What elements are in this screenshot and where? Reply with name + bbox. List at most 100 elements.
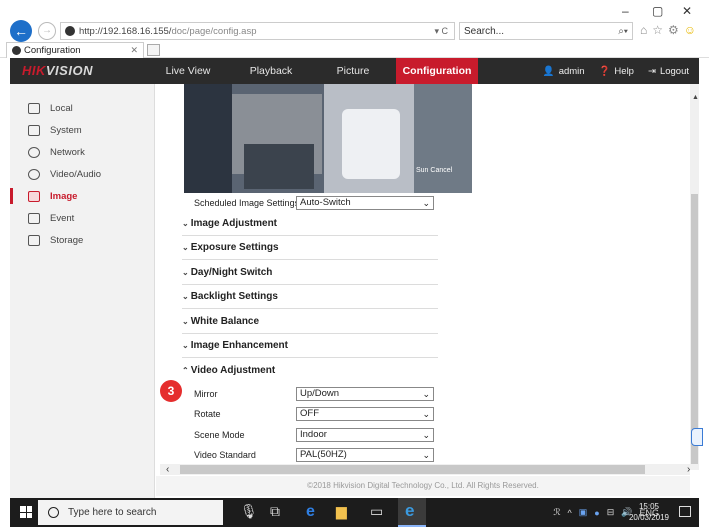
user-menu[interactable]: 👤 admin (543, 66, 585, 77)
tab-close-icon[interactable]: ✕ (130, 45, 138, 56)
internet-explorer-icon[interactable]: e (405, 501, 414, 520)
feedback-smiley-icon[interactable]: ☺ (684, 23, 696, 37)
minimize-icon[interactable]: – (622, 4, 629, 18)
cortana-icon (48, 507, 59, 518)
mirror-select[interactable]: Up/Down ⌄ (296, 387, 434, 401)
sidebar-item-network[interactable]: Network (10, 142, 155, 162)
tray-app-icon[interactable]: ▣ (579, 507, 588, 518)
mirror-label: Mirror (194, 389, 218, 399)
section-label: White Balance (190, 316, 260, 327)
video-standard-value: PAL(50HZ) (300, 449, 347, 460)
chevron-down-icon: ⌄ (182, 317, 189, 326)
chevron-down-icon: ⌄ (182, 219, 189, 228)
scene-mode-label: Scene Mode (194, 430, 245, 440)
logout-link[interactable]: ⇥ Logout (648, 66, 689, 77)
scroll-up-arrow-icon[interactable]: ▲ (692, 94, 699, 101)
edge-browser-icon[interactable]: e (306, 503, 315, 521)
vertical-scroll-thumb[interactable] (691, 194, 698, 464)
scheduled-image-settings-select[interactable]: Auto-Switch ⌄ (296, 196, 434, 210)
windows-taskbar: Type here to search 🎙 ⧉ e ▆ ▭ e ℛ ^ ▣ ● … (10, 498, 699, 527)
video-audio-icon (28, 168, 40, 180)
rotate-label: Rotate (194, 409, 221, 419)
image-settings-panel: Sun Cancel Scheduled Image Settings Auto… (156, 84, 690, 464)
chevron-down-icon: ⌄ (422, 409, 430, 419)
task-view-icon[interactable]: ⧉ (270, 503, 280, 521)
user-name: admin (558, 65, 585, 77)
terminal-icon[interactable]: ▭ (370, 503, 383, 521)
chevron-down-icon: ⌄ (182, 341, 189, 350)
section-backlight-settings[interactable]: ⌄ Backlight Settings (182, 285, 438, 309)
logout-icon: ⇥ (647, 65, 656, 77)
section-label: Image Enhancement (190, 340, 288, 351)
back-arrow-icon[interactable]: ← (10, 20, 32, 42)
horizontal-scroll-thumb[interactable] (180, 465, 645, 474)
windows-start-icon[interactable] (20, 506, 32, 518)
microphone-icon[interactable]: 🎙 (240, 503, 258, 521)
section-label: Day/Night Switch (190, 267, 273, 278)
action-center-icon[interactable] (679, 506, 691, 517)
section-exposure-settings[interactable]: ⌄ Exposure Settings (182, 236, 438, 260)
sidebar-item-video-audio[interactable]: Video/Audio (10, 164, 155, 184)
logo-rest: VISION (45, 63, 93, 78)
tab-configuration[interactable]: Configuration ✕ (6, 42, 144, 58)
rotate-select[interactable]: OFF ⌄ (296, 407, 434, 421)
storage-icon (28, 234, 40, 246)
help-link[interactable]: ❓ Help (599, 66, 634, 77)
scroll-left-arrow-icon[interactable]: ‹ (166, 464, 169, 475)
file-explorer-icon[interactable]: ▆ (336, 503, 347, 521)
home-icon[interactable]: ⌂ (640, 23, 647, 37)
section-image-enhancement[interactable]: ⌄ Image Enhancement (182, 334, 438, 358)
tray-app2-icon[interactable]: ● (594, 508, 599, 518)
nav-live-view[interactable]: Live View (158, 58, 218, 84)
scene-mode-select[interactable]: Indoor ⌄ (296, 428, 434, 442)
section-day-night-switch[interactable]: ⌄ Day/Night Switch (182, 261, 438, 285)
sidebar-item-image[interactable]: Image (10, 186, 155, 206)
sidebar-item-local[interactable]: Local (10, 98, 155, 118)
refresh-icon[interactable]: ▾ C (434, 26, 448, 37)
hikvision-logo: HIKVISION (22, 63, 93, 78)
browser-search-placeholder: Search... (464, 25, 505, 37)
search-icon[interactable]: ⌕▾ (618, 26, 628, 37)
app-header: HIKVISION Live View Playback Picture Con… (10, 58, 699, 84)
horizontal-scrollbar[interactable] (160, 464, 690, 475)
new-tab-button[interactable] (147, 44, 160, 56)
sidebar-item-label: Network (50, 146, 85, 158)
clock-date: 20/03/2019 (628, 513, 669, 522)
people-icon[interactable]: ℛ (553, 507, 560, 518)
tray-expand-icon[interactable]: ^ (568, 508, 572, 518)
address-bar[interactable]: http://192.168.16.155/doc/page/config.as… (60, 22, 455, 40)
section-image-adjustment[interactable]: ⌄ Image Adjustment (182, 212, 438, 236)
system-icon (28, 124, 40, 136)
nav-picture[interactable]: Picture (328, 58, 378, 84)
browser-chrome: ← → http://192.168.16.155/doc/page/confi… (0, 0, 709, 58)
browser-toolbar-icons: ⌂ ☆ ⚙ ☺ (640, 23, 696, 37)
help-icon: ❓ (598, 65, 611, 77)
forward-arrow-icon[interactable]: → (38, 22, 56, 40)
favorites-star-icon[interactable]: ☆ (652, 23, 663, 37)
section-video-adjustment[interactable]: ⌃ Video Adjustment (182, 359, 438, 383)
taskbar-clock[interactable]: 15:05 20/03/2019 (629, 501, 669, 523)
rotate-value: OFF (300, 408, 319, 419)
sidebar-item-label: Event (50, 212, 75, 224)
monitor-icon (28, 102, 40, 114)
scroll-right-arrow-icon[interactable]: › (687, 464, 690, 475)
section-white-balance[interactable]: ⌄ White Balance (182, 310, 438, 334)
nav-playback[interactable]: Playback (243, 58, 299, 84)
network-tray-icon[interactable]: ⊟ (607, 507, 615, 518)
video-standard-select[interactable]: PAL(50HZ) ⌄ (296, 448, 434, 462)
close-icon[interactable]: ✕ (682, 4, 692, 18)
taskbar-search-input[interactable]: Type here to search (38, 500, 223, 525)
browser-search-input[interactable]: Search... ⌕▾ (459, 22, 633, 40)
url-host: http://192.168.16.155/ (79, 25, 172, 37)
scheduled-image-settings-value: Auto-Switch (300, 197, 351, 208)
sidebar-item-storage[interactable]: Storage (10, 230, 155, 250)
sidebar-item-system[interactable]: System (10, 120, 155, 140)
vertical-scrollbar[interactable] (690, 84, 699, 470)
maximize-icon[interactable]: ▢ (652, 4, 663, 18)
settings-gear-icon[interactable]: ⚙ (668, 23, 679, 37)
side-panel-tab-icon[interactable] (691, 428, 703, 446)
sidebar-item-event[interactable]: Event (10, 208, 155, 228)
nav-configuration[interactable]: Configuration (396, 58, 478, 84)
section-label: Exposure Settings (190, 242, 279, 253)
logout-label: Logout (659, 65, 689, 77)
